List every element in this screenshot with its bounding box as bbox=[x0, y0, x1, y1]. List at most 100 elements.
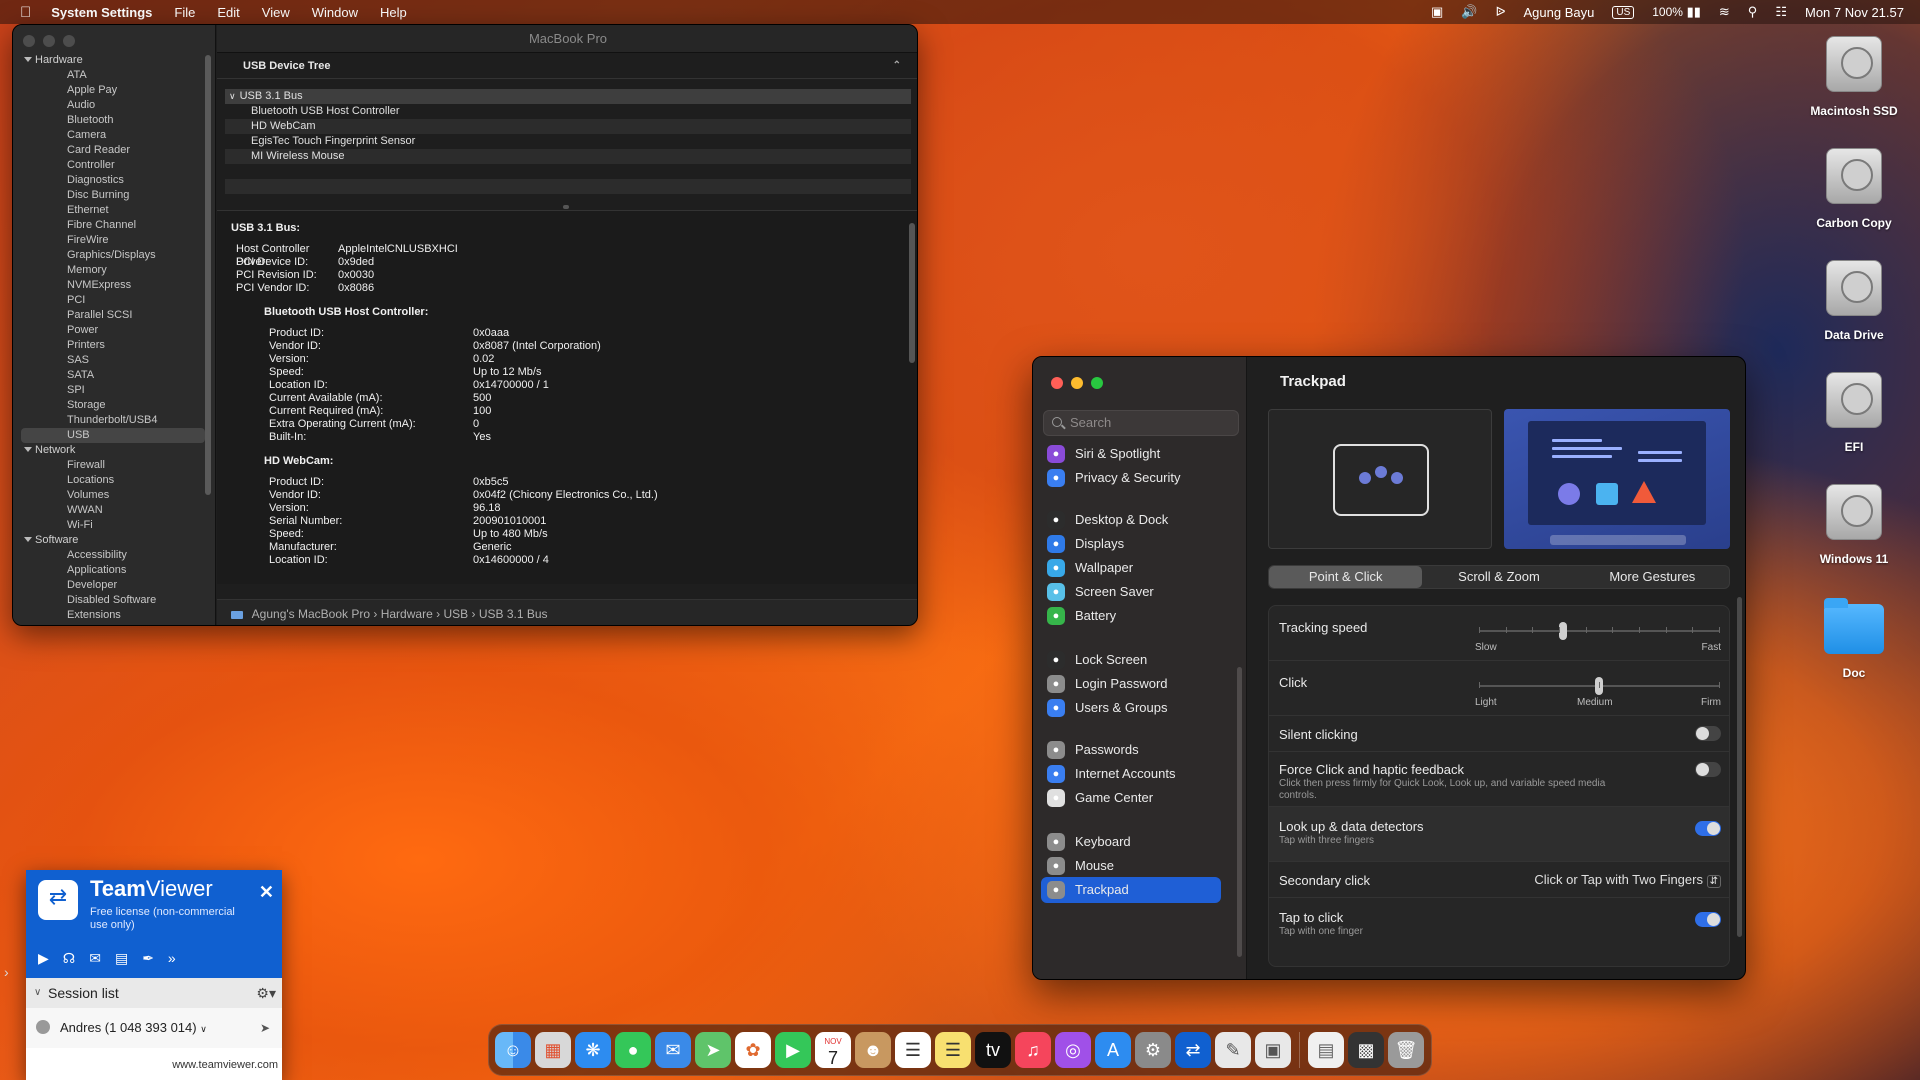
category-item[interactable]: Parallel SCSI bbox=[21, 308, 205, 323]
secondary-click-select[interactable]: Click or Tap with Two Fingers ⇵ bbox=[1534, 872, 1721, 888]
desktop-icon-macintosh-ssd[interactable]: Macintosh SSD bbox=[1794, 36, 1914, 118]
usb-device-tree-header[interactable]: USB Device Tree ⌃ bbox=[217, 53, 917, 79]
path-item[interactable]: Hardware bbox=[381, 607, 433, 621]
menu-window[interactable]: Window bbox=[312, 5, 358, 20]
category-item[interactable]: Ethernet bbox=[21, 203, 205, 218]
sidebar-item-login-password[interactable]: ● Login Password bbox=[1041, 671, 1221, 697]
category-item[interactable]: SATA bbox=[21, 368, 205, 383]
screenshot-icon[interactable]: ▩ bbox=[1348, 1032, 1384, 1068]
category-item[interactable]: FireWire bbox=[21, 233, 205, 248]
teamviewer-link[interactable]: www.teamviewer.com bbox=[26, 1050, 282, 1080]
close-button[interactable] bbox=[23, 35, 35, 47]
disclosure-chevron-icon[interactable]: ∨ bbox=[225, 91, 240, 101]
category-item[interactable]: Accessibility bbox=[21, 548, 205, 563]
category-item[interactable]: Volumes bbox=[21, 488, 205, 503]
tab-point-and-click[interactable]: Point & Click bbox=[1269, 566, 1423, 588]
video-icon[interactable]: ▶ bbox=[38, 950, 49, 967]
headset-icon[interactable]: ☊ bbox=[63, 950, 75, 967]
menu-edit[interactable]: Edit bbox=[217, 5, 239, 20]
sidebar-scrollbar[interactable] bbox=[1237, 667, 1242, 957]
category-section-network[interactable]: Network bbox=[21, 443, 205, 458]
category-item[interactable]: SAS bbox=[21, 353, 205, 368]
category-item[interactable]: Thunderbolt/USB4 bbox=[21, 413, 205, 428]
sidebar-item-desktop-dock[interactable]: ● Desktop & Dock bbox=[1041, 507, 1221, 533]
category-item[interactable]: Printers bbox=[21, 338, 205, 353]
close-icon[interactable]: ✕ bbox=[259, 882, 274, 903]
category-item[interactable]: Disabled Software bbox=[21, 593, 205, 608]
teamviewer-icon[interactable]: ⇄ bbox=[1175, 1032, 1211, 1068]
close-button[interactable] bbox=[1051, 377, 1063, 389]
settings-icon[interactable]: ⚙ bbox=[1135, 1032, 1171, 1068]
tap-to-click-toggle[interactable] bbox=[1695, 912, 1721, 927]
menu-app-name[interactable]: System Settings bbox=[51, 5, 152, 20]
messages-icon[interactable]: ● bbox=[615, 1032, 651, 1068]
sidebar-item-screen-saver[interactable]: ● Screen Saver bbox=[1041, 579, 1221, 605]
tree-row-device[interactable]: Bluetooth USB Host Controller bbox=[225, 104, 911, 119]
category-item[interactable]: Firewall bbox=[21, 458, 205, 473]
category-item[interactable]: NVMExpress bbox=[21, 278, 205, 293]
facetime-icon[interactable]: ▶ bbox=[775, 1032, 811, 1068]
sidebar-item-displays[interactable]: ● Displays bbox=[1041, 531, 1221, 557]
tab-scroll-and-zoom[interactable]: Scroll & Zoom bbox=[1422, 566, 1575, 588]
path-item[interactable]: Agung's MacBook Pro bbox=[252, 607, 370, 621]
activity-icon[interactable]: ▣ bbox=[1431, 4, 1443, 20]
file-transfer-icon[interactable]: ▤ bbox=[115, 950, 128, 967]
desktop-icon-efi[interactable]: EFI bbox=[1794, 372, 1914, 454]
preview-icon[interactable]: ▣ bbox=[1255, 1032, 1291, 1068]
podcasts-icon[interactable]: ◎ bbox=[1055, 1032, 1091, 1068]
calendar-icon[interactable]: NOV 7 bbox=[815, 1032, 851, 1068]
reminders-icon[interactable]: ☰ bbox=[895, 1032, 931, 1068]
category-item[interactable]: Locations bbox=[21, 473, 205, 488]
tracking-speed-slider[interactable] bbox=[1479, 622, 1720, 640]
more-icon[interactable]: » bbox=[168, 950, 176, 967]
desktop-icon-windows-11[interactable]: Windows 11 bbox=[1794, 484, 1914, 566]
category-item[interactable]: Storage bbox=[21, 398, 205, 413]
gear-icon[interactable]: ⚙▾ bbox=[256, 978, 276, 1008]
category-item[interactable]: Applications bbox=[21, 563, 205, 578]
sidebar-item-lock-screen[interactable]: ● Lock Screen bbox=[1041, 647, 1221, 673]
category-item[interactable]: Developer bbox=[21, 578, 205, 593]
force-click-toggle[interactable] bbox=[1695, 762, 1721, 777]
finder-icon[interactable]: ☺ bbox=[495, 1032, 531, 1068]
sidebar-item-privacy-security[interactable]: ● Privacy & Security bbox=[1041, 465, 1221, 491]
category-item[interactable]: Fibre Channel bbox=[21, 218, 205, 233]
sidebar-scrollbar[interactable] bbox=[205, 55, 211, 495]
input-source-badge[interactable]: US bbox=[1612, 5, 1635, 19]
tree-row-usb-bus[interactable]: ∨ USB 3.1 Bus bbox=[225, 89, 911, 104]
click-pressure-slider[interactable] bbox=[1479, 677, 1720, 695]
battery-status[interactable]: 100% ▮▮ bbox=[1652, 4, 1701, 20]
session-list-item[interactable]: Andres (1 048 393 014) ∨ ➤ bbox=[26, 1008, 282, 1048]
category-item[interactable]: Apple Pay bbox=[21, 83, 205, 98]
desktop-icon-doc[interactable]: Doc bbox=[1794, 598, 1914, 680]
sidebar-item-passwords[interactable]: ● Passwords bbox=[1041, 737, 1221, 763]
trash-icon[interactable]: 🗑 bbox=[1388, 1032, 1424, 1068]
chevron-down-icon[interactable]: ∨ bbox=[34, 978, 41, 1008]
chevron-down-icon[interactable]: ∨ bbox=[200, 1024, 207, 1034]
sidebar-item-trackpad[interactable]: ● Trackpad bbox=[1041, 877, 1221, 903]
category-item[interactable]: Wi-Fi bbox=[21, 518, 205, 533]
teamviewer-expand-icon[interactable]: › bbox=[4, 964, 22, 990]
category-item[interactable]: WWAN bbox=[21, 503, 205, 518]
appstore-icon[interactable]: A bbox=[1095, 1032, 1131, 1068]
minimize-button[interactable] bbox=[43, 35, 55, 47]
category-item[interactable]: Audio bbox=[21, 98, 205, 113]
script-editor-icon[interactable]: ✎ bbox=[1215, 1032, 1251, 1068]
path-item[interactable]: USB 3.1 Bus bbox=[479, 607, 548, 621]
content-scrollbar[interactable] bbox=[1737, 597, 1742, 937]
detail-scrollbar[interactable] bbox=[909, 223, 915, 363]
category-item[interactable]: SPI bbox=[21, 383, 205, 398]
tree-row-device[interactable]: HD WebCam bbox=[225, 119, 911, 134]
session-list-header[interactable]: ∨ Session list ⚙▾ bbox=[26, 978, 282, 1008]
tools-icon[interactable]: ✒ bbox=[142, 950, 154, 967]
tree-row-device[interactable]: MI Wireless Mouse bbox=[225, 149, 911, 164]
music-icon[interactable]: ♫ bbox=[1015, 1032, 1051, 1068]
apple-icon[interactable]:  bbox=[20, 4, 31, 21]
appletv-icon[interactable]: tv bbox=[975, 1032, 1011, 1068]
menu-help[interactable]: Help bbox=[380, 5, 407, 20]
menu-file[interactable]: File bbox=[174, 5, 195, 20]
chevron-up-icon[interactable]: ⌃ bbox=[893, 53, 901, 79]
category-item-usb[interactable]: USB bbox=[21, 428, 205, 443]
menu-view[interactable]: View bbox=[262, 5, 290, 20]
contacts-icon[interactable]: ☻ bbox=[855, 1032, 891, 1068]
look-up-toggle[interactable] bbox=[1695, 821, 1721, 836]
